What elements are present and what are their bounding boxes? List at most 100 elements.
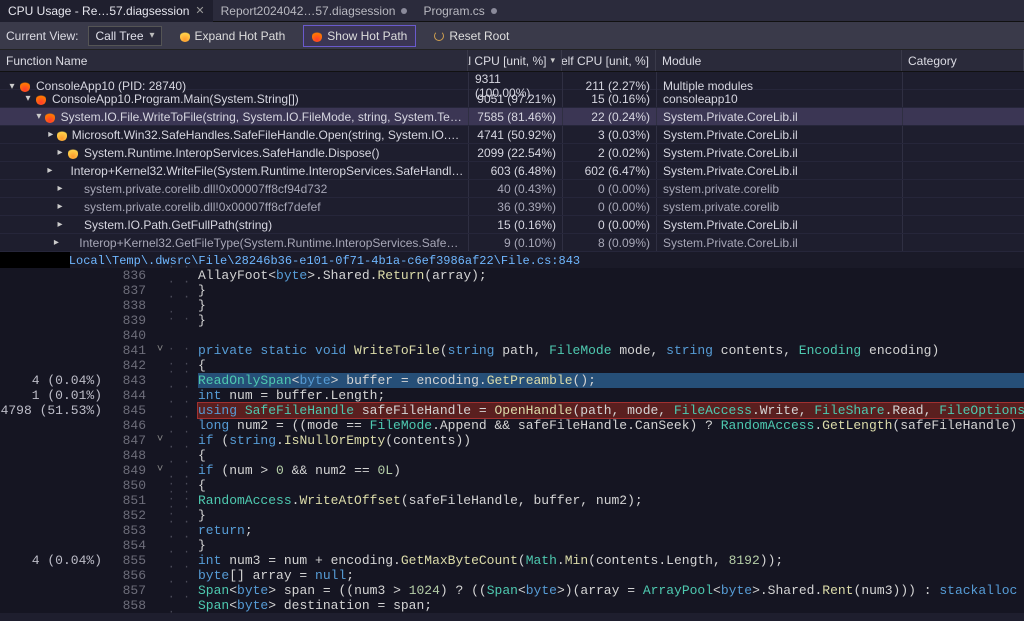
- code-line[interactable]: 4 (0.04%)855· · ·int num3 = num + encodi…: [0, 553, 1024, 568]
- expander-closed-icon[interactable]: ▸: [54, 147, 66, 158]
- line-number: 841: [112, 343, 152, 358]
- function-icon: [55, 164, 67, 178]
- code-text: long num2 = ((mode == FileMode.Append &&…: [198, 418, 1024, 433]
- column-total-cpu[interactable]: Total CPU [unit, %] ▾: [468, 50, 562, 71]
- column-function-name[interactable]: Function Name: [0, 50, 468, 71]
- table-row[interactable]: ▾ConsoleApp10.Program.Main(System.String…: [0, 90, 1024, 108]
- hot-metric: 4 (0.04%): [0, 373, 112, 388]
- line-number: 843: [112, 373, 152, 388]
- self-cpu-cell: 602 (6.47%): [562, 162, 656, 179]
- total-cpu-cell: 4741 (50.92%): [468, 126, 562, 143]
- expander-closed-icon[interactable]: ▸: [54, 201, 66, 212]
- table-row[interactable]: ▸System.Runtime.InteropServices.SafeHand…: [0, 144, 1024, 162]
- code-line[interactable]: 850· · · ·{: [0, 478, 1024, 493]
- code-line[interactable]: 851· · · · ·RandomAccess.WriteAtOffset(s…: [0, 493, 1024, 508]
- line-number: 855: [112, 553, 152, 568]
- file-path[interactable]: \AppData\Local\Temp\.dwsrc\File\28246b36…: [0, 252, 1024, 268]
- category-cell: [902, 162, 1024, 179]
- close-icon[interactable]: ✕: [195, 4, 204, 17]
- expander-open-icon[interactable]: ▾: [34, 111, 45, 122]
- flame-warm-icon: [66, 146, 80, 160]
- table-row[interactable]: ▾System.IO.File.WriteToFile(string, Syst…: [0, 108, 1024, 126]
- table-row[interactable]: ▸System.IO.Path.GetFullPath(string)15 (0…: [0, 216, 1024, 234]
- line-number: 851: [112, 493, 152, 508]
- column-module[interactable]: Module: [656, 50, 902, 71]
- code-line[interactable]: 4 (0.04%)843· · ·ReadOnlySpan<byte> buff…: [0, 373, 1024, 388]
- code-line[interactable]: 849˅· · · ·if (num > 0 && num2 == 0L): [0, 463, 1024, 478]
- button-label: Reset Root: [449, 29, 509, 43]
- function-name: Interop+Kernel32.WriteFile(System.Runtim…: [70, 164, 464, 178]
- expander-closed-icon[interactable]: ▸: [51, 237, 62, 248]
- table-row[interactable]: ▸system.private.corelib.dll!0x00007ff8cf…: [0, 180, 1024, 198]
- line-number: 839: [112, 313, 152, 328]
- code-line[interactable]: 857· · ·Span<byte> span = ((num3 > 1024)…: [0, 583, 1024, 598]
- self-cpu-cell: 8 (0.09%): [562, 234, 656, 251]
- expander-closed-icon[interactable]: ▸: [54, 219, 66, 230]
- table-row[interactable]: ▸system.private.corelib.dll!0x00007ff8cf…: [0, 198, 1024, 216]
- expander-closed-icon[interactable]: ▸: [54, 183, 66, 194]
- line-number: 844: [112, 388, 152, 403]
- category-cell: [902, 144, 1024, 161]
- column-category[interactable]: Category: [902, 50, 1024, 71]
- code-text: {: [198, 478, 1024, 493]
- column-self-cpu[interactable]: Self CPU [unit, %]: [562, 50, 656, 71]
- code-text: {: [198, 448, 1024, 463]
- gutter-blackout: [0, 252, 70, 268]
- code-line[interactable]: 839· ·}: [0, 313, 1024, 328]
- code-preview-pane: \AppData\Local\Temp\.dwsrc\File\28246b36…: [0, 252, 1024, 613]
- code-line[interactable]: 846· · ·long num2 = ((mode == FileMode.A…: [0, 418, 1024, 433]
- code-line[interactable]: 854· · ·}: [0, 538, 1024, 553]
- cpu-usage-toolbar: Current View: Call Tree ▾ Expand Hot Pat…: [0, 22, 1024, 50]
- code-text: return;: [198, 523, 1024, 538]
- module-cell: System.Private.CoreLib.il: [656, 144, 902, 161]
- fold-icon[interactable]: ˅: [152, 343, 168, 358]
- expand-hot-path-button[interactable]: Expand Hot Path: [172, 25, 294, 47]
- line-number: 854: [112, 538, 152, 553]
- code-line[interactable]: 836· · · ·AllayFoot<byte>.Shared.Return(…: [0, 268, 1024, 283]
- expander-open-icon[interactable]: ▾: [22, 93, 34, 104]
- fold-icon[interactable]: ˅: [152, 433, 168, 448]
- code-text: if (num > 0 && num2 == 0L): [198, 463, 1024, 478]
- code-line[interactable]: 841˅· ·private static void WriteToFile(s…: [0, 343, 1024, 358]
- reset-root-button[interactable]: Reset Root: [426, 25, 517, 47]
- table-row[interactable]: ▸ Microsoft.Win32.SafeHandles.SafeFileHan…: [0, 126, 1024, 144]
- dot-icon: [401, 8, 407, 14]
- function-name: Microsoft.Win32.SafeHandles.SafeFileHand…: [72, 128, 464, 142]
- code-text: }: [198, 508, 1024, 523]
- show-hot-path-button[interactable]: Show Hot Path: [303, 25, 416, 47]
- code-line[interactable]: 838· · ·}: [0, 298, 1024, 313]
- current-view-select[interactable]: Call Tree ▾: [88, 26, 161, 46]
- flame-warm-icon: [56, 128, 68, 142]
- code-line[interactable]: 837· · · ·}: [0, 283, 1024, 298]
- table-row[interactable]: ▾ConsoleApp10 (PID: 28740)9311 (100.00%)…: [0, 72, 1024, 90]
- category-cell: [902, 126, 1024, 143]
- code-line[interactable]: 4798 (51.53%)845· · ·using SafeFileHandl…: [0, 403, 1024, 418]
- expander-closed-icon[interactable]: ▸: [45, 165, 55, 176]
- code-line[interactable]: 842· ·{: [0, 358, 1024, 373]
- hot-metric: 4798 (51.53%): [0, 403, 112, 418]
- expander-closed-icon[interactable]: ▸: [46, 129, 56, 140]
- call-tree: ▾ConsoleApp10 (PID: 28740)9311 (100.00%)…: [0, 72, 1024, 252]
- code-line[interactable]: 852· · · ·}: [0, 508, 1024, 523]
- code-line[interactable]: 840: [0, 328, 1024, 343]
- code-line[interactable]: 858· · ·Span<byte> destination = span;: [0, 598, 1024, 613]
- fold-icon[interactable]: ˅: [152, 463, 168, 478]
- table-row[interactable]: ▸ Interop+Kernel32.WriteFile(System.Runti…: [0, 162, 1024, 180]
- code-text: RandomAccess.WriteAtOffset(safeFileHandl…: [198, 493, 1024, 508]
- tab-program-cs[interactable]: Program.cs: [415, 0, 504, 22]
- code-text: int num3 = num + encoding.GetMaxByteCoun…: [198, 553, 1024, 568]
- code-line[interactable]: 856· · ·byte[] array = null;: [0, 568, 1024, 583]
- code-line[interactable]: 847˅· · ·if (string.IsNullOrEmpty(conten…: [0, 433, 1024, 448]
- hot-metric: 1 (0.01%): [0, 388, 112, 403]
- tab-report[interactable]: Report2024042…57.diagsession: [213, 0, 416, 22]
- table-row[interactable]: ▸Interop+Kernel32.GetFileType(System.Run…: [0, 234, 1024, 252]
- code-line[interactable]: 1 (0.01%)844· · ·int num = buffer.Length…: [0, 388, 1024, 403]
- tab-cpu-usage[interactable]: CPU Usage - Re…57.diagsession ✕: [0, 0, 213, 22]
- code-text: Span<byte> destination = span;: [198, 598, 1024, 613]
- code-line[interactable]: 853· · · ·return;: [0, 523, 1024, 538]
- module-cell: System.Private.CoreLib.il: [656, 108, 902, 125]
- code-line[interactable]: 848· · ·{: [0, 448, 1024, 463]
- total-cpu-cell: 603 (6.48%): [468, 162, 562, 179]
- total-cpu-cell: 2099 (22.54%): [468, 144, 562, 161]
- module-cell: system.private.corelib: [656, 198, 902, 215]
